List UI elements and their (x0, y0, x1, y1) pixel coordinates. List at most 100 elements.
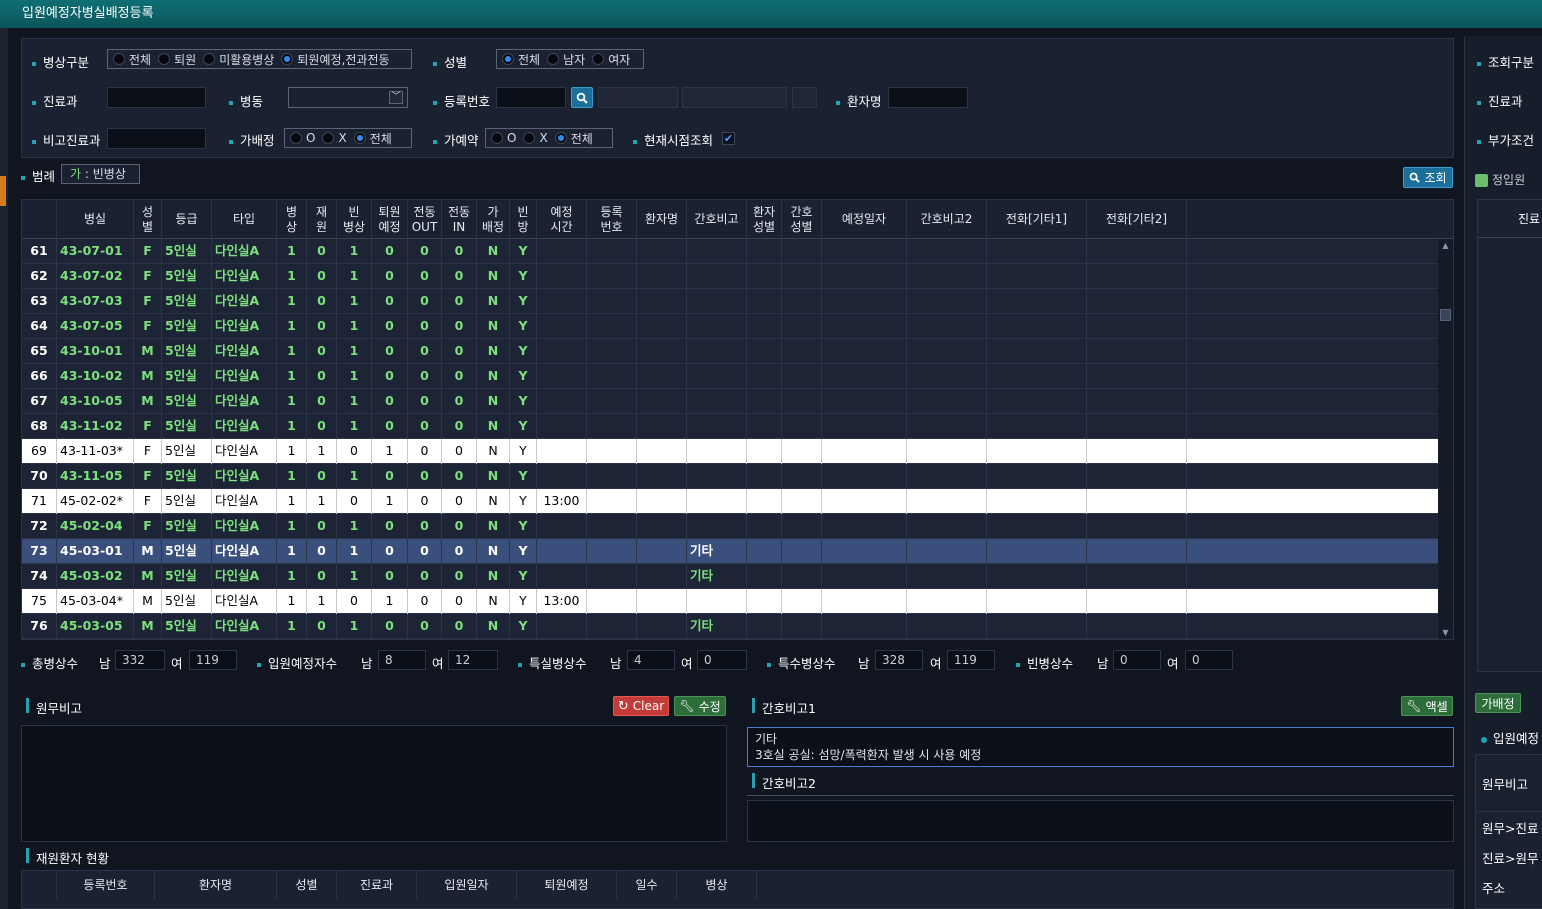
bed-type-scheduled[interactable]: 퇴원예정,전과전동 (281, 51, 390, 68)
office-note-textarea[interactable] (21, 725, 727, 842)
grid-header-cell[interactable]: 환자성별환자성별 (747, 200, 782, 239)
special-beds-label: 특실병상수 (518, 653, 587, 672)
table-row[interactable]: 67 43-10-05 M 5인실 다인실A 1 0 1 0 0 0 N Y (22, 389, 1438, 414)
rp-regular-icon (1475, 174, 1488, 187)
reg-no-input[interactable] (496, 87, 566, 108)
inpatient-header-cell[interactable]: 퇴원예정 (517, 871, 617, 899)
table-cell (987, 439, 1087, 464)
grid-header-cell[interactable]: 간호비고2간호비고2 (907, 200, 987, 239)
grid-header-cell[interactable]: 간호성별간호성별 (782, 200, 822, 239)
table-cell: 43-07-02 (57, 264, 134, 289)
note-dept-input[interactable] (107, 128, 206, 149)
grid-header-cell[interactable] (22, 200, 57, 239)
inpatient-header-cell[interactable]: 환자명 (155, 871, 277, 899)
rp-temp-assign-button[interactable]: 가배정 (1475, 693, 1521, 713)
dept-input[interactable] (107, 87, 206, 108)
temp-reserve-label: 가예약 (433, 130, 479, 149)
table-cell (587, 464, 637, 489)
grid-header-cell[interactable]: 간호비고간호비고 (687, 200, 747, 239)
table-cell: 0 (307, 414, 337, 439)
grid-header-cell[interactable]: 전동IN전동IN (442, 200, 477, 239)
temp-reserve-x[interactable]: X (523, 131, 548, 145)
table-row[interactable]: 64 43-07-05 F 5인실 다인실A 1 0 1 0 0 0 N Y (22, 314, 1438, 339)
grid-header-cell[interactable]: 가배정가배정 (477, 200, 510, 239)
table-cell (987, 464, 1087, 489)
grid-header-line: 상 (285, 219, 298, 234)
table-row[interactable]: 69 43-11-03* F 5인실 다인실A 1 1 0 1 0 0 N Y (22, 439, 1438, 464)
sex-female[interactable]: 여자 (592, 51, 630, 68)
inpatient-header-cell[interactable]: 등록번호 (57, 871, 155, 899)
grid-header-cell[interactable]: 예정일자예정일자 (822, 200, 907, 239)
bed-type-all[interactable]: 전체 (113, 51, 151, 68)
grid-header-cell[interactable]: 병상병상 (277, 200, 307, 239)
table-cell: 1 (372, 489, 408, 514)
grid-header-line: 성 (141, 204, 154, 219)
grid-header-cell[interactable]: 빈방빈방 (510, 200, 537, 239)
table-cell: N (477, 289, 510, 314)
ward-select[interactable]: ﹀ (288, 87, 408, 108)
table-row[interactable]: 72 45-02-04 F 5인실 다인실A 1 0 1 0 0 0 N Y (22, 514, 1438, 539)
grid-header-cell[interactable]: 퇴원예정퇴원예정 (372, 200, 408, 239)
sex-male[interactable]: 남자 (547, 51, 585, 68)
grid-header-cell[interactable]: 등급등급 (162, 200, 212, 239)
edit-button[interactable]: 🔧︎ 수정 (674, 696, 726, 716)
temp-assign-x[interactable]: X (322, 131, 347, 145)
inpatient-header-cell[interactable]: 진료과 (337, 871, 417, 899)
table-cell: M (134, 364, 162, 389)
grid-header-cell[interactable]: 재원재원 (307, 200, 337, 239)
inpatient-header-cell[interactable]: 입원일자 (417, 871, 517, 899)
grid-header-cell[interactable]: 성별성별 (134, 200, 162, 239)
grid-header-cell[interactable]: 전화[기타2]전화[기타2] (1087, 200, 1187, 239)
table-row[interactable]: 76 45-03-05 M 5인실 다인실A 1 0 1 0 0 0 N Y 기타 (22, 614, 1438, 639)
inpatient-header-cell[interactable]: 병상 (677, 871, 757, 899)
reg-no-search-button[interactable] (571, 87, 593, 108)
grid-header-cell[interactable]: 전화[기타1]전화[기타1] (987, 200, 1087, 239)
patient-name-input[interactable] (888, 87, 968, 108)
grid-header-cell[interactable]: 빈병상빈병상 (337, 200, 372, 239)
search-button[interactable]: 조회 (1403, 167, 1453, 188)
scroll-up-icon[interactable]: ▲ (1441, 241, 1450, 250)
table-cell: 1 (277, 314, 307, 339)
inpatient-header-cell[interactable]: 성별 (277, 871, 337, 899)
grid-header-cell[interactable]: 환자명환자명 (637, 200, 687, 239)
temp-reserve-o[interactable]: O (491, 131, 516, 145)
bed-type-discharge[interactable]: 퇴원 (158, 51, 196, 68)
table-row[interactable]: 62 43-07-02 F 5인실 다인실A 1 0 1 0 0 0 N Y (22, 264, 1438, 289)
inpatient-header-cell[interactable]: 일수 (617, 871, 677, 899)
grid-header-cell[interactable]: 등록번호등록번호 (587, 200, 637, 239)
nurse-note1-textarea[interactable]: 기타 3호실 공실: 섬망/폭력환자 발생 시 사용 예정 (747, 727, 1454, 767)
current-time-checkbox[interactable]: ✔ (722, 132, 735, 145)
table-row[interactable]: 70 43-11-05 F 5인실 다인실A 1 0 1 0 0 0 N Y (22, 464, 1438, 489)
temp-assign-o[interactable]: O (290, 131, 315, 145)
table-row[interactable]: 61 43-07-01 F 5인실 다인실A 1 0 1 0 0 0 N Y (22, 239, 1438, 264)
table-row[interactable]: 74 45-03-02 M 5인실 다인실A 1 0 1 0 0 0 N Y 기타 (22, 564, 1438, 589)
table-row[interactable]: 68 43-11-02 F 5인실 다인실A 1 0 1 0 0 0 N Y (22, 414, 1438, 439)
table-cell: 0 (307, 364, 337, 389)
scroll-down-icon[interactable]: ▼ (1441, 628, 1450, 637)
grid-scrollbar[interactable]: ▲ ▼ (1438, 239, 1453, 639)
refresh-icon: ↻ (617, 698, 629, 714)
temp-assign-all[interactable]: 전체 (353, 130, 392, 147)
table-row[interactable]: 63 43-07-03 F 5인실 다인실A 1 0 1 0 0 0 N Y (22, 289, 1438, 314)
table-row[interactable]: 75 45-03-04* M 5인실 다인실A 1 1 0 1 0 0 N Y 13:00 (22, 589, 1438, 614)
table-cell (907, 364, 987, 389)
temp-reserve-all[interactable]: 전체 (554, 130, 593, 147)
clear-button[interactable]: ↻ Clear (613, 696, 669, 716)
grid-header-cell[interactable]: 타입타입 (212, 200, 277, 239)
inpatient-grid-header: 등록번호 환자명 성별 진료과 입원일자 퇴원예정 일수 병상 (21, 870, 1454, 909)
sex-all[interactable]: 전체 (502, 51, 540, 68)
table-row[interactable]: 66 43-10-02 M 5인실 다인실A 1 0 1 0 0 0 N Y (22, 364, 1438, 389)
bed-type-unused[interactable]: 미활용병상 (203, 51, 274, 68)
table-row[interactable]: 65 43-10-01 M 5인실 다인실A 1 0 1 0 0 0 N Y (22, 339, 1438, 364)
nurse-note2-textarea[interactable] (747, 800, 1454, 842)
grid-header-cell[interactable]: 전동OUT전동OUT (408, 200, 442, 239)
excel-button[interactable]: 🔧︎ 액셀 (1401, 696, 1453, 716)
table-cell: 74 (22, 564, 57, 589)
grid-header-cell[interactable]: 병실병실 (57, 200, 134, 239)
grid-header-cell[interactable]: 예정시간예정시간 (537, 200, 587, 239)
scroll-thumb[interactable] (1440, 309, 1451, 321)
table-row[interactable]: 71 45-02-02* F 5인실 다인실A 1 1 0 1 0 0 N Y 13:00 (22, 489, 1438, 514)
table-cell (747, 464, 782, 489)
table-row[interactable]: 73 45-03-01 M 5인실 다인실A 1 0 1 0 0 0 N Y 기타 (22, 539, 1438, 564)
grid-header-text: 예정 시간 (550, 205, 572, 235)
